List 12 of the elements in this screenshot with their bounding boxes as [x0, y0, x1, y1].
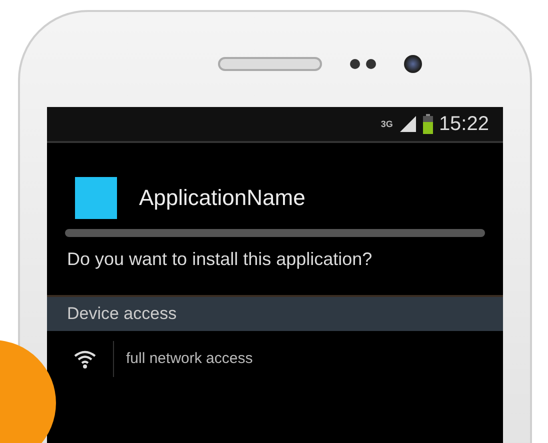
section-header: Device access — [47, 295, 503, 331]
network-type: 3G — [380, 119, 393, 129]
clock: 15:22 — [438, 112, 489, 136]
app-name: ApplicationName — [139, 185, 306, 211]
signal-icon — [398, 115, 417, 133]
battery-icon — [422, 114, 433, 134]
install-prompt: Do you want to install this application? — [66, 248, 374, 271]
camera-icon — [404, 54, 422, 72]
wifi-icon — [73, 348, 97, 368]
permission-label: full network access — [126, 350, 253, 367]
app-icon — [75, 177, 117, 219]
sensor-icon — [350, 58, 376, 68]
